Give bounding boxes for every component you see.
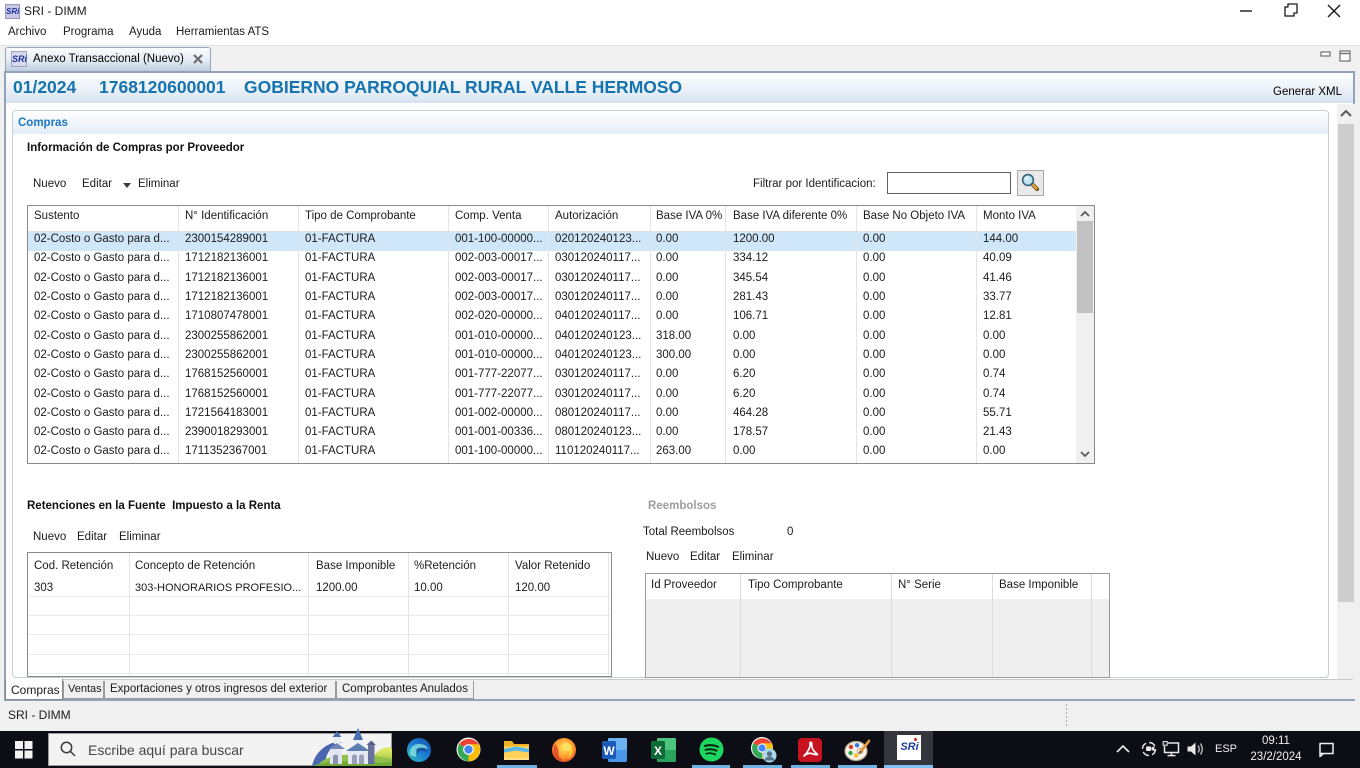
svg-text:W: W bbox=[603, 744, 615, 758]
svg-text:X: X bbox=[654, 744, 662, 758]
